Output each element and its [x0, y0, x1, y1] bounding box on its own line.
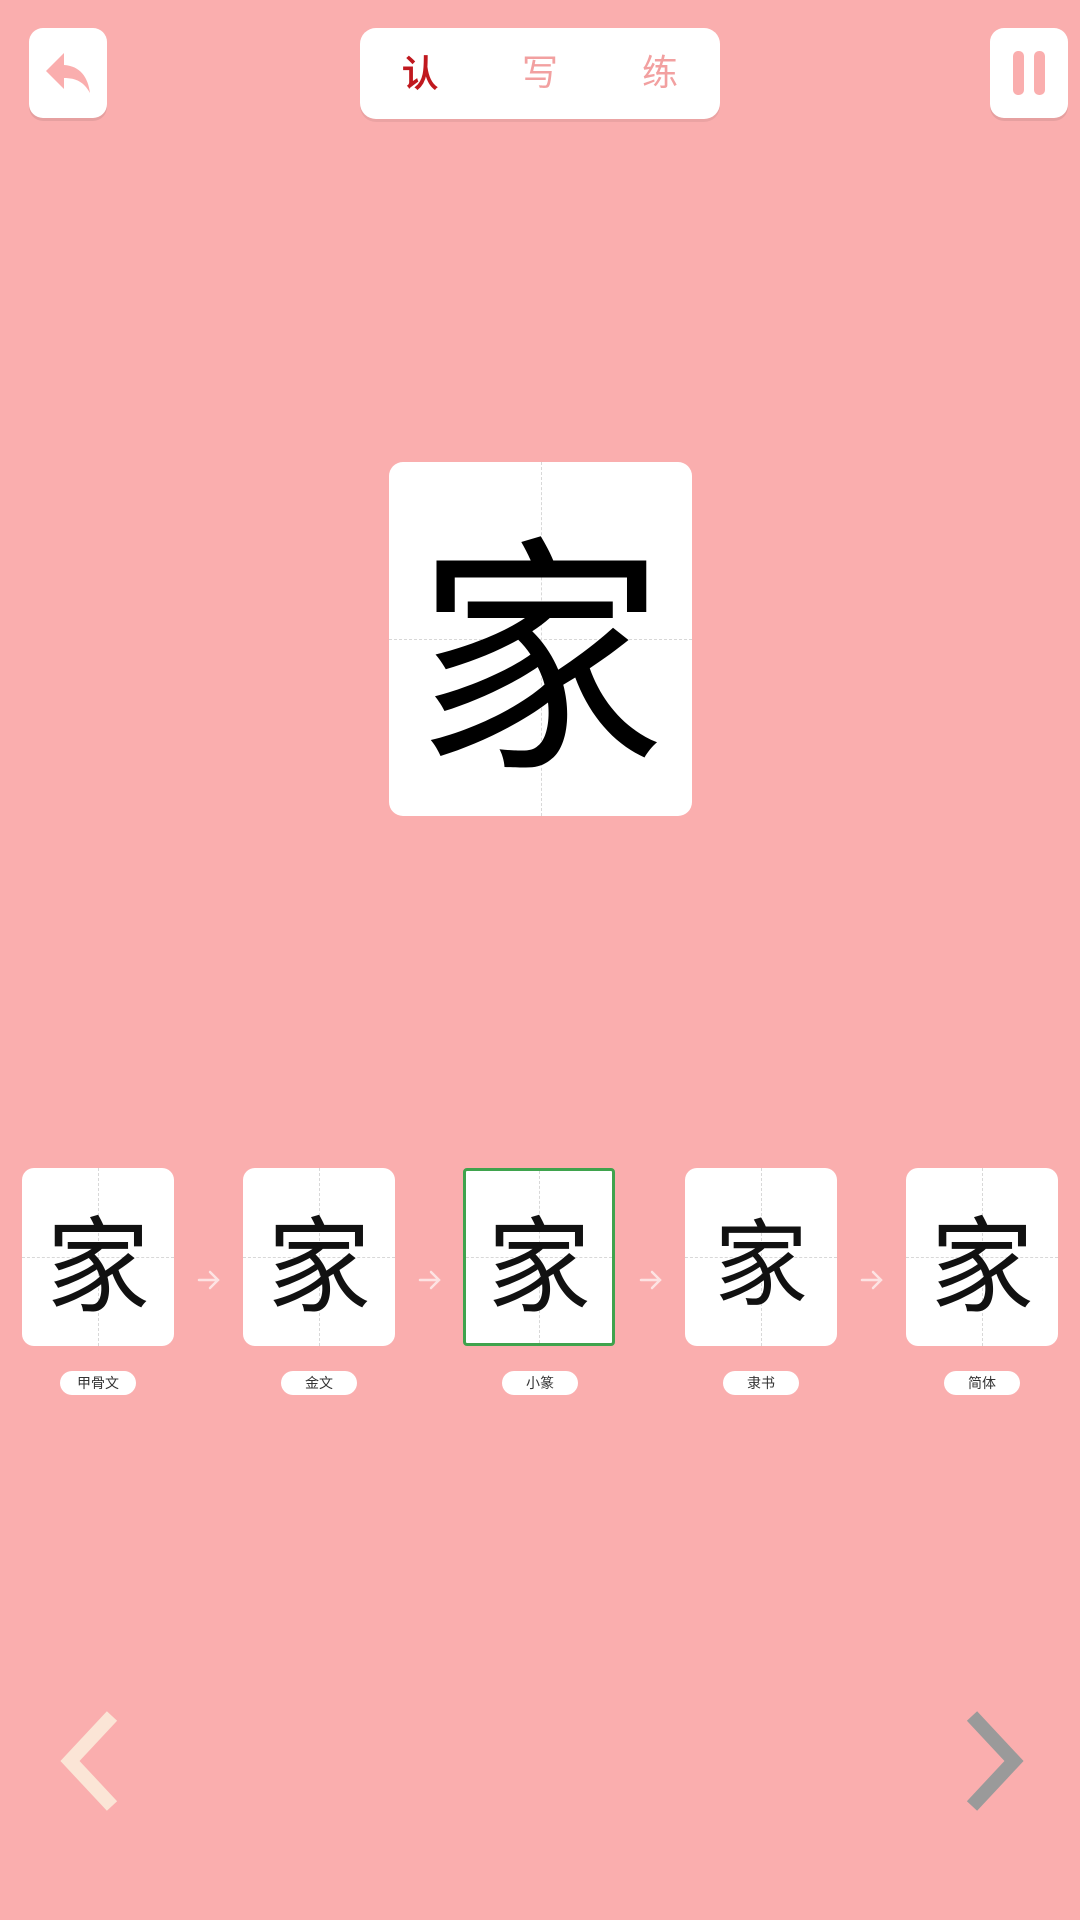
- pause-icon: [1013, 51, 1045, 95]
- arrow-right-icon: [197, 1270, 220, 1290]
- tab-write[interactable]: 写: [495, 55, 585, 92]
- evolution-card-seal[interactable]: 家: [463, 1168, 615, 1346]
- evolution-glyph: 家: [45, 1205, 150, 1328]
- tab-practice[interactable]: 练: [615, 55, 705, 92]
- chevron-left-icon[interactable]: [56, 1708, 126, 1814]
- evolution-card-oracle[interactable]: 家: [22, 1168, 174, 1346]
- evolution-label: 隶书: [723, 1371, 799, 1395]
- evolution-glyph: 家: [713, 1211, 808, 1320]
- evolution-glyph: 家: [486, 1205, 591, 1328]
- evolution-glyph: 家: [929, 1205, 1034, 1328]
- chevron-right-icon[interactable]: [958, 1708, 1028, 1814]
- main-character-card: 家: [389, 462, 692, 816]
- main-character: 家: [415, 516, 666, 807]
- arrow-right-icon: [418, 1270, 441, 1290]
- tab-recognize[interactable]: 认: [375, 56, 465, 92]
- pause-button[interactable]: [990, 28, 1068, 118]
- evolution-label: 甲骨文: [60, 1371, 136, 1395]
- arrow-right-icon: [639, 1270, 662, 1290]
- evolution-label: 金文: [281, 1371, 357, 1395]
- evolution-card-simplified[interactable]: 家: [906, 1168, 1058, 1346]
- evolution-label: 小篆: [502, 1371, 578, 1395]
- evolution-label: 简体: [944, 1371, 1020, 1395]
- evolution-glyph: 家: [266, 1205, 371, 1328]
- evolution-card-clerical[interactable]: 家: [685, 1168, 837, 1346]
- evolution-card-bronze[interactable]: 家: [243, 1168, 395, 1346]
- back-button[interactable]: [29, 28, 107, 118]
- back-arrow-icon: [46, 53, 90, 93]
- mode-tab-bar: 认 写 练: [360, 28, 720, 119]
- arrow-right-icon: [860, 1270, 883, 1290]
